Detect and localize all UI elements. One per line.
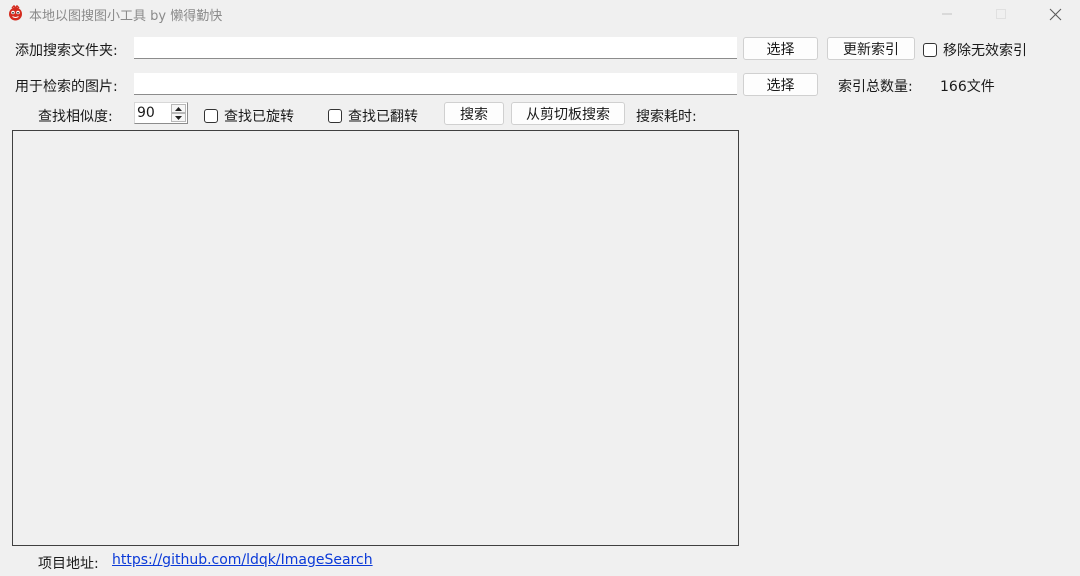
elapsed-time-label: 搜索耗时: [636, 109, 697, 125]
choose-folder-button[interactable]: 选择 [743, 37, 818, 60]
folder-label: 添加搜索文件夹: [15, 43, 118, 59]
find-rotated-checkbox[interactable]: 查找已旋转 [204, 106, 294, 126]
stepper-up-button[interactable] [171, 104, 186, 113]
image-path-input[interactable] [134, 73, 737, 95]
similarity-stepper[interactable]: 90 [134, 102, 188, 124]
clipboard-search-button[interactable]: 从剪切板搜索 [511, 102, 625, 125]
find-rotated-box[interactable] [204, 109, 218, 123]
choose-image-button[interactable]: 选择 [743, 73, 818, 96]
title-bar: 本地以图搜图小工具 by 懒得勤快 [0, 0, 1080, 28]
image-label: 用于检索的图片: [15, 79, 118, 95]
remove-invalid-index-checkbox[interactable]: 移除无效索引 [923, 40, 1027, 60]
caret-up-icon [175, 106, 182, 111]
window-title: 本地以图搜图小工具 by 懒得勤快 [29, 9, 223, 24]
close-button[interactable] [1032, 0, 1078, 28]
find-flipped-label: 查找已翻转 [348, 109, 418, 125]
maximize-icon [996, 9, 1006, 19]
similarity-label: 查找相似度: [38, 109, 113, 125]
find-flipped-box[interactable] [328, 109, 342, 123]
index-count-label: 索引总数量: [838, 79, 913, 95]
maximize-button[interactable] [978, 0, 1024, 28]
folder-path-input[interactable] [134, 37, 737, 59]
caret-down-icon [175, 115, 182, 120]
similarity-value[interactable]: 90 [137, 105, 155, 121]
results-panel[interactable] [12, 130, 739, 546]
index-count-value: 166文件 [940, 79, 995, 95]
minimize-icon [942, 13, 952, 15]
update-index-button[interactable]: 更新索引 [827, 37, 915, 60]
close-icon [1049, 8, 1061, 20]
stepper-down-button[interactable] [171, 113, 186, 122]
minimize-button[interactable] [924, 0, 970, 28]
project-url-link[interactable]: https://github.com/ldqk/ImageSearch [112, 552, 373, 568]
app-icon [9, 5, 22, 21]
project-address-label: 项目地址: [38, 556, 99, 572]
remove-invalid-index-box[interactable] [923, 43, 937, 57]
find-rotated-label: 查找已旋转 [224, 109, 294, 125]
main-window: 本地以图搜图小工具 by 懒得勤快 添加搜索文件夹: 选择 更新索引 移除无效索… [0, 0, 1080, 576]
search-button[interactable]: 搜索 [444, 102, 504, 125]
find-flipped-checkbox[interactable]: 查找已翻转 [328, 106, 418, 126]
remove-invalid-index-label: 移除无效索引 [943, 43, 1027, 59]
